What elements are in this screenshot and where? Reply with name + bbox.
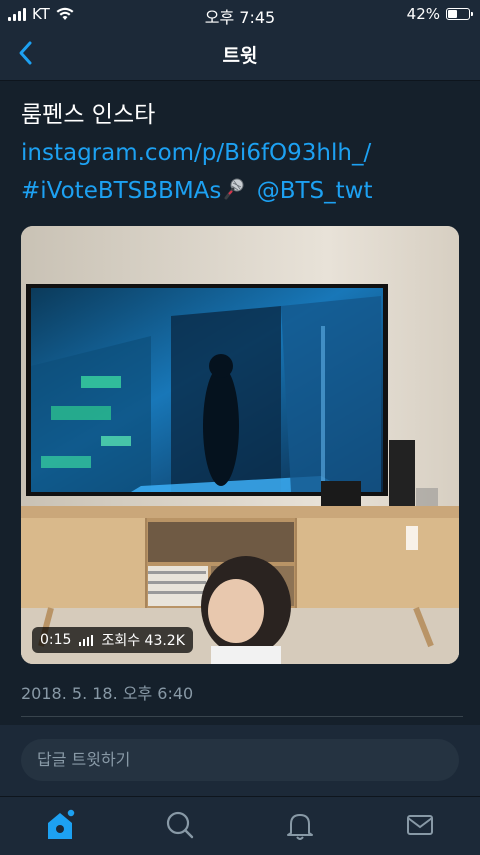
divider — [21, 716, 463, 717]
video-player[interactable]: 0:15 조회수 43.2K — [21, 226, 459, 664]
search-icon — [166, 811, 194, 839]
tab-home[interactable] — [40, 805, 80, 845]
navigation-bar: 트윗 — [0, 28, 480, 81]
view-count: 조회수 43.2K — [101, 633, 185, 649]
home-icon — [48, 808, 76, 839]
tweet-text: 룸펜스 인스타 instagram.com/p/Bi6fO93hlh_/ #iV… — [21, 96, 461, 210]
instagram-link[interactable]: instagram.com/p/Bi6fO93hlh_/ — [21, 140, 371, 166]
status-bar: KT 오후 7:45 42% — [0, 0, 480, 28]
bell-icon — [287, 814, 313, 840]
battery-percent: 42% — [406, 5, 440, 23]
page-title: 트윗 — [222, 45, 258, 67]
tweet-timestamp: 2018. 5. 18. 오후 6:40 — [21, 684, 194, 703]
reply-input[interactable]: 답글 트윗하기 — [21, 739, 459, 781]
reply-bar: 답글 트윗하기 — [0, 725, 480, 796]
video-thumbnail — [21, 226, 459, 664]
tab-messages[interactable] — [400, 805, 440, 845]
view-count-icon — [79, 634, 94, 646]
battery-icon — [446, 8, 473, 20]
status-right: 42% — [406, 5, 473, 23]
mail-icon — [407, 815, 433, 835]
tab-notifications[interactable] — [280, 805, 320, 845]
hashtag-link[interactable]: #iVoteBTSBBMAs — [21, 178, 221, 204]
tab-bar — [0, 796, 480, 855]
tab-search[interactable] — [160, 805, 200, 845]
mention-link[interactable]: @BTS_twt — [257, 178, 373, 204]
tweet-text-line: 룸펜스 인스타 — [21, 102, 156, 128]
video-duration: 0:15 — [40, 632, 72, 648]
video-info-badge: 0:15 조회수 43.2K — [32, 627, 193, 653]
microphone-emoji-icon — [224, 178, 244, 200]
